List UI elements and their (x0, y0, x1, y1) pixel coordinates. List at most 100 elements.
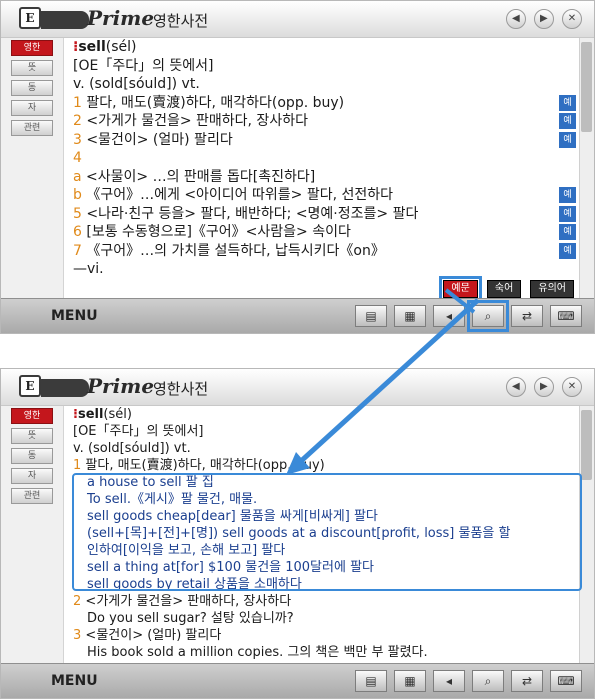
sense-number: 1 (73, 94, 82, 111)
example-badge-icon[interactable]: 예 (559, 224, 576, 240)
sense-1: 1 팔다, 매도(賣渡)하다, 매각하다(opp. buy) (73, 458, 325, 473)
etymology: [OE「주다」의 뜻에서] (73, 57, 214, 74)
headword: sell (78, 39, 106, 55)
sidebar-tab-english-korean[interactable]: 영한 (11, 40, 53, 56)
sense-number: 3 (73, 131, 82, 148)
example-sentence: sell goods by retail 상품을 소매하다 (87, 577, 302, 592)
back-button[interactable]: ◀ (505, 377, 526, 397)
sense-2: 2 <가게가 물건을> 판매하다, 장사하다 (73, 594, 292, 609)
sense-2-example: Do you sell sugar? 설탕 있습니까? (87, 611, 294, 626)
sense-text: <가게가 물건을> 판매하다, 장사하다 (86, 113, 308, 129)
verb-forms: v. (sold[sóuld]) vt. (73, 441, 191, 456)
sense-text: 팔다, 매도(賣渡)하다, 매각하다(opp. buy) (86, 94, 345, 111)
entry-content: ⁝sell(sél) [OE「주다」의 뜻에서] v. (sold[sóuld]… (73, 406, 574, 661)
sidebar-tab-character[interactable]: 자 (11, 468, 53, 484)
app-logo-icon: E (19, 7, 41, 29)
sense-line: 3 <물건이> (얼마) 팔리다 예 (73, 131, 576, 150)
sidebar-tab-related[interactable]: 관련 (11, 488, 53, 504)
logo-tab (41, 11, 89, 29)
swap-icon[interactable]: ⇄ (511, 670, 543, 692)
idioms-button[interactable]: 숙어 (486, 280, 522, 298)
app-logo-icon: E (19, 375, 41, 397)
dictionary-window-bottom: E Prime 영한사전 ◀ ▶ ✕ 영한 뜻 동 자 관련 ⁝sell(sél… (0, 368, 595, 699)
sense-line: b 《구어》…에게 <아이디어 따위를> 팔다, 선전하다 예 (73, 186, 576, 205)
menu-bar: MENU ▤ ▦ ◂ ⌕ ⇄ ⌨ (1, 663, 594, 698)
example-badge-icon[interactable]: 예 (559, 205, 576, 222)
title-text: 영한사전 (153, 12, 209, 30)
back-button[interactable]: ◀ (505, 9, 526, 29)
sidebar-tab-synonym[interactable]: 동 (11, 80, 53, 96)
sense-line: 4 (73, 149, 574, 168)
forward-button[interactable]: ▶ (533, 9, 554, 29)
scrollbar[interactable] (579, 38, 594, 300)
headword-line: ⁝sell(sél) (73, 39, 137, 55)
sense-number: 2 (73, 113, 82, 129)
keyboard-icon[interactable]: ⌨ (550, 305, 582, 327)
sense-line: 5 <나라·친구 등을> 팔다, 배반하다; <명예·정조를> 팔다 예 (73, 205, 576, 224)
forward-button[interactable]: ▶ (533, 377, 554, 397)
close-button[interactable]: ✕ (562, 377, 582, 397)
pronunciation: (sél) (103, 407, 132, 422)
etymology: [OE「주다」의 뜻에서] (73, 424, 204, 439)
example-sentence: a house to sell 팔 집 (87, 475, 214, 490)
scroll-thumb[interactable] (581, 42, 592, 132)
sense-line: 1 팔다, 매도(賣渡)하다, 매각하다(opp. buy) 예 (73, 94, 576, 113)
sense-line: a <사물이> …의 판매를 돕다[촉진하다] (73, 168, 574, 187)
entry-popup-buttons: 예문 숙어 유의어 (439, 276, 574, 302)
sense-text: <물건이> (얼마) 팔리다 (86, 131, 233, 148)
sense-number: 7 (73, 242, 82, 259)
dictionary-window-top: E Prime 영한사전 ◀ ▶ ✕ 영한 뜻 동 자 관련 ⁝sell(sél… (0, 0, 595, 334)
sidebar-tab-related[interactable]: 관련 (11, 120, 53, 136)
menu-button[interactable]: MENU (51, 308, 98, 324)
example-badge-icon[interactable]: 예 (559, 113, 576, 129)
arrow-icon[interactable]: ◂ (433, 305, 465, 327)
close-button[interactable]: ✕ (562, 9, 582, 29)
sense-number: 4 (73, 150, 82, 166)
lookup-icon[interactable]: ⌕ (467, 300, 509, 332)
sense-text: 《구어》…의 가치를 설득하다, 납득시키다《on》 (86, 242, 385, 259)
grid-icon[interactable]: ▦ (394, 305, 426, 327)
headword-line: ⁝sell(sél) (73, 407, 132, 422)
pronunciation: (sél) (105, 39, 137, 55)
title-brand: Prime (87, 374, 155, 398)
scrollbar[interactable] (579, 406, 594, 668)
title-brand: Prime (87, 6, 155, 30)
examples-button[interactable]: 예문 (439, 276, 482, 302)
sidebar-tab-english-korean[interactable]: 영한 (11, 408, 53, 424)
title-bar: E Prime 영한사전 ◀ ▶ ✕ (1, 369, 594, 406)
example-sentence: (sell+[목]+[전]+[명]) sell goods at a disco… (87, 526, 511, 541)
menu-button[interactable]: MENU (51, 673, 98, 689)
title-bar: E Prime 영한사전 ◀ ▶ ✕ (1, 1, 594, 38)
book-icon[interactable]: ▤ (355, 670, 387, 692)
sense-text: 《구어》…에게 <아이디어 따위를> 팔다, 선전하다 (86, 187, 394, 203)
example-sentence: sell a thing at[for] $100 물건을 100달러에 팔다 (87, 560, 374, 575)
book-icon[interactable]: ▤ (355, 305, 387, 327)
scroll-thumb[interactable] (581, 410, 592, 480)
sidebar: 영한 뜻 동 자 관련 (1, 406, 64, 668)
example-sentence: sell goods cheap[dear] 물품을 싸게[비싸게] 팔다 (87, 509, 378, 524)
sense-number: a (73, 168, 82, 185)
synonyms-button[interactable]: 유의어 (530, 280, 574, 298)
example-badge-icon[interactable]: 예 (559, 187, 576, 203)
example-badge-icon[interactable]: 예 (559, 94, 576, 111)
example-badge-icon[interactable]: 예 (559, 242, 576, 259)
sidebar-tab-character[interactable]: 자 (11, 100, 53, 116)
title-text: 영한사전 (153, 380, 209, 398)
swap-icon[interactable]: ⇄ (511, 305, 543, 327)
sense-text: <사물이> …의 판매를 돕다[촉진하다] (86, 168, 316, 185)
entry-content: ⁝sell(sél) [OE「주다」의 뜻에서] v. (sold[sóuld]… (73, 38, 576, 279)
sidebar-tab-synonym[interactable]: 동 (11, 448, 53, 464)
keyboard-icon[interactable]: ⌨ (550, 670, 582, 692)
menu-bar: MENU ▤ ▦ ◂ ⌕ ⇄ ⌨ (1, 298, 594, 333)
grid-icon[interactable]: ▦ (394, 670, 426, 692)
arrow-icon[interactable]: ◂ (433, 670, 465, 692)
sidebar-tab-meaning[interactable]: 뜻 (11, 60, 53, 76)
sense-3-example: His book sold a million copies. 그의 책은 백만… (87, 645, 428, 660)
example-badge-icon[interactable]: 예 (559, 131, 576, 148)
logo-tab (41, 379, 89, 397)
sense-line: 6 [보통 수동형으로]《구어》<사람을> 속이다 예 (73, 223, 576, 242)
example-sentence: 인하여[이익을 보고, 손해 보고] 팔다 (87, 543, 286, 558)
sidebar-tab-meaning[interactable]: 뜻 (11, 428, 53, 444)
sense-line: 2 <가게가 물건을> 판매하다, 장사하다 예 (73, 112, 576, 131)
lookup-icon[interactable]: ⌕ (472, 670, 504, 692)
